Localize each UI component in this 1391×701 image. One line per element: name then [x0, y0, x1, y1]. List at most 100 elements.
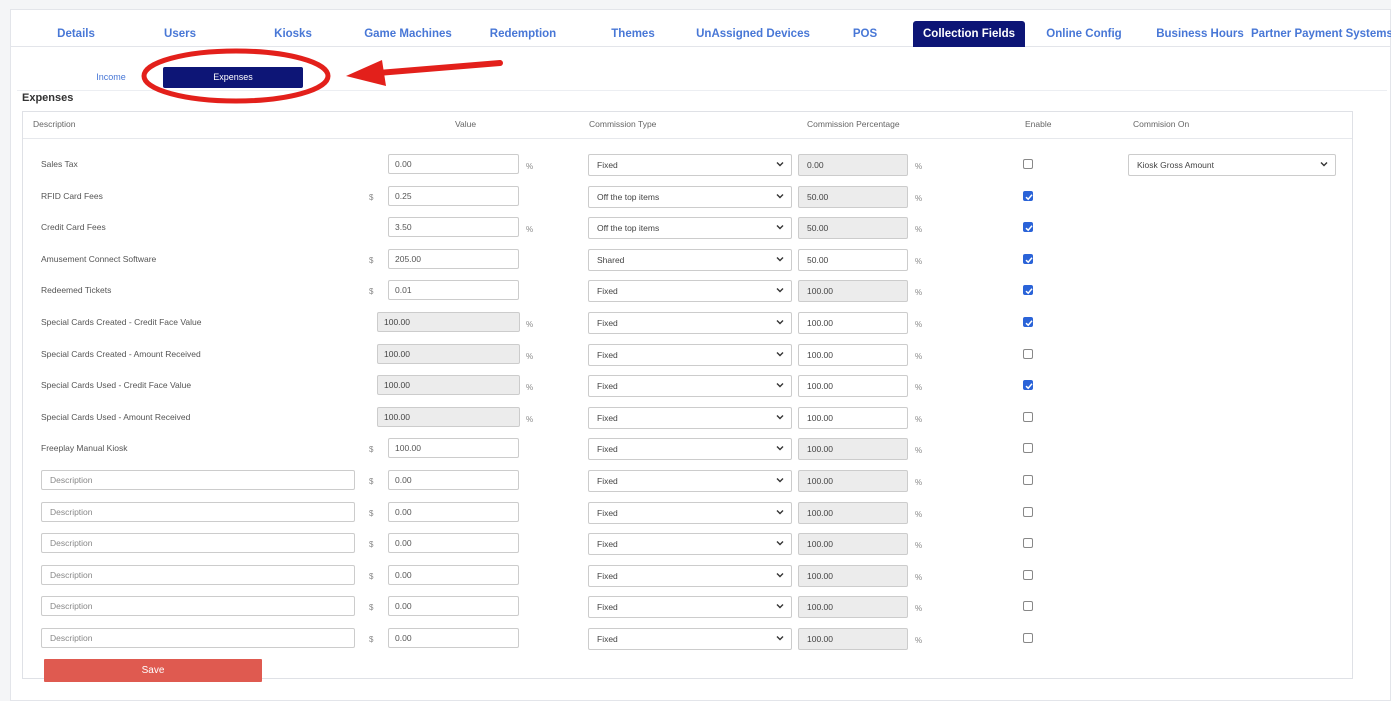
- enable-checkbox[interactable]: [1023, 506, 1033, 517]
- commission-percentage-input: [798, 628, 908, 650]
- col-header-commission-percentage: Commission Percentage: [807, 119, 900, 129]
- commission-type-select[interactable]: Shared: [588, 248, 792, 271]
- chevron-down-icon: [776, 572, 784, 578]
- value-input[interactable]: [388, 533, 519, 554]
- table-row: $ Fixed%: [23, 564, 1352, 587]
- commission-type-select[interactable]: Fixed: [588, 375, 792, 398]
- commission-type-select[interactable]: Fixed: [588, 470, 792, 492]
- description-input[interactable]: [41, 501, 355, 522]
- enable-checkbox[interactable]: [1023, 348, 1033, 359]
- percent-sign: %: [915, 193, 923, 203]
- row-description: Redeemed Tickets: [41, 285, 112, 296]
- value-input[interactable]: [388, 596, 519, 617]
- commission-type-select[interactable]: Fixed: [588, 343, 792, 366]
- value-input[interactable]: [388, 280, 519, 301]
- chevron-down-icon: [776, 446, 784, 451]
- tab-business-hours[interactable]: Business Hours: [1151, 21, 1249, 47]
- row-description: Special Cards Created - Credit Face Valu…: [41, 317, 202, 327]
- value-input[interactable]: [388, 470, 519, 490]
- value-input[interactable]: [388, 501, 519, 522]
- value-input[interactable]: [388, 564, 519, 585]
- tab-unassigned-devices[interactable]: UnAssigned Devices: [691, 21, 815, 47]
- table-row: Amusement Connect Software $ Shared%: [23, 248, 1352, 271]
- row-description: Credit Card Fees: [41, 222, 106, 233]
- commission-percentage-input[interactable]: [798, 375, 908, 398]
- subtab-income[interactable]: Income: [71, 67, 151, 88]
- value-input[interactable]: [388, 628, 519, 648]
- commission-type-value: Fixed: [597, 476, 618, 486]
- commission-type-select[interactable]: Fixed: [588, 438, 792, 461]
- table-row: RFID Card Fees $ Off the top items%: [23, 185, 1352, 208]
- commission-type-select[interactable]: Fixed: [588, 564, 792, 587]
- chevron-down-icon: [776, 162, 784, 167]
- commission-type-select[interactable]: Fixed: [588, 406, 792, 429]
- value-input[interactable]: [388, 248, 519, 269]
- commission-on-select[interactable]: Kiosk Gross Amount: [1128, 154, 1336, 176]
- tab-online-config[interactable]: Online Config: [1041, 21, 1127, 47]
- description-input[interactable]: [41, 533, 355, 554]
- enable-checkbox[interactable]: [1023, 285, 1033, 296]
- commission-type-select[interactable]: Off the top items: [588, 217, 792, 240]
- tab-collection-fields[interactable]: Collection Fields: [913, 21, 1025, 47]
- enable-checkbox[interactable]: [1023, 317, 1033, 327]
- expenses-table: Description Value Commission Type Commis…: [22, 111, 1353, 679]
- commission-type-select[interactable]: Off the top items: [588, 185, 792, 208]
- commission-type-select[interactable]: Fixed: [588, 501, 792, 524]
- commission-percentage-input[interactable]: [798, 312, 908, 334]
- description-input[interactable]: [41, 564, 355, 585]
- commission-type-select[interactable]: Fixed: [588, 154, 792, 176]
- enable-checkbox[interactable]: [1023, 443, 1033, 454]
- commission-percentage-input[interactable]: [798, 406, 908, 429]
- table-row: Special Cards Created - Credit Face Valu…: [23, 312, 1352, 334]
- tab-kiosks[interactable]: Kiosks: [261, 21, 325, 47]
- percent-sign: %: [526, 383, 534, 393]
- section-title: Expenses: [22, 92, 74, 104]
- dollar-sign: $: [369, 540, 374, 550]
- enable-checkbox[interactable]: [1023, 190, 1033, 201]
- subtab-expenses[interactable]: Expenses: [163, 67, 303, 88]
- enable-checkbox[interactable]: [1023, 569, 1033, 580]
- commission-type-select[interactable]: Fixed: [588, 596, 792, 619]
- description-input[interactable]: [41, 470, 355, 490]
- commission-type-select[interactable]: Fixed: [588, 628, 792, 650]
- description-input[interactable]: [41, 628, 355, 648]
- enable-checkbox[interactable]: [1023, 633, 1033, 643]
- enable-checkbox[interactable]: [1023, 380, 1033, 391]
- percent-sign: %: [915, 604, 923, 614]
- dollar-sign: $: [369, 287, 374, 297]
- value-input[interactable]: [388, 217, 519, 238]
- commission-type-select[interactable]: Fixed: [588, 533, 792, 556]
- percent-sign: %: [915, 541, 923, 551]
- commission-type-select[interactable]: Fixed: [588, 312, 792, 334]
- commission-percentage-input[interactable]: [798, 248, 908, 271]
- table-row: $ Fixed%: [23, 628, 1352, 650]
- chevron-down-icon: [776, 288, 784, 293]
- percent-sign: %: [526, 320, 534, 329]
- commission-type-select[interactable]: Fixed: [588, 280, 792, 303]
- tab-details[interactable]: Details: [37, 21, 115, 47]
- commission-type-value: Fixed: [597, 160, 618, 170]
- tab-users[interactable]: Users: [149, 21, 211, 47]
- tab-pos[interactable]: POS: [841, 21, 889, 47]
- enable-checkbox[interactable]: [1023, 475, 1033, 485]
- enable-checkbox[interactable]: [1023, 601, 1033, 612]
- commission-percentage-input: [798, 470, 908, 492]
- value-input[interactable]: [388, 154, 519, 174]
- enable-checkbox[interactable]: [1023, 159, 1033, 169]
- save-button[interactable]: Save: [44, 659, 262, 682]
- tab-partner-payment-systems[interactable]: Partner Payment Systems: [1251, 21, 1391, 47]
- enable-checkbox[interactable]: [1023, 222, 1033, 233]
- tab-game-machines[interactable]: Game Machines: [361, 21, 455, 47]
- commission-percentage-input[interactable]: [798, 343, 908, 366]
- tab-redemption[interactable]: Redemption: [481, 21, 565, 47]
- enable-checkbox[interactable]: [1023, 253, 1033, 264]
- enable-checkbox[interactable]: [1023, 411, 1033, 422]
- commission-type-value: Fixed: [597, 286, 618, 297]
- value-input[interactable]: [388, 185, 519, 206]
- value-input[interactable]: [388, 438, 519, 459]
- description-input[interactable]: [41, 596, 355, 617]
- commission-percentage-input: [798, 596, 908, 619]
- enable-checkbox[interactable]: [1023, 538, 1033, 549]
- tab-themes[interactable]: Themes: [601, 21, 665, 47]
- table-row: Special Cards Created - Amount Received%…: [23, 343, 1352, 366]
